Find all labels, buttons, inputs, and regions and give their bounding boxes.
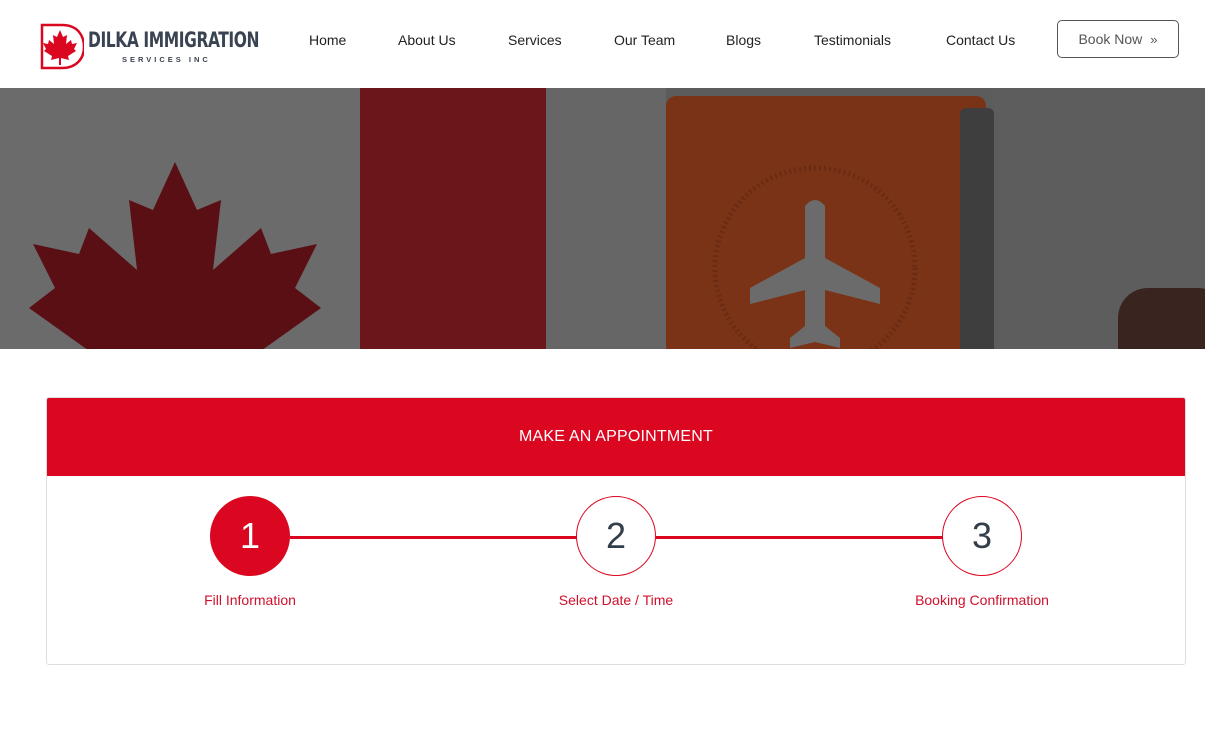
maple-leaf-logo-icon: [40, 23, 84, 70]
appointment-title: MAKE AN APPOINTMENT: [518, 428, 714, 445]
step-1-label: Fill Information: [204, 592, 296, 608]
hero-banner: [0, 88, 1205, 349]
appointment-header: MAKE AN APPOINTMENT: [47, 398, 1185, 476]
step-3-label: Booking Confirmation: [915, 592, 1049, 608]
step-1-number: 1: [239, 515, 261, 556]
step-2-label: Select Date / Time: [558, 592, 674, 608]
maple-leaf-icon: [29, 162, 321, 349]
nav-testimonials[interactable]: Testimonials: [814, 31, 891, 49]
site-header: DILKA IMMIGRATION SERVICES INC Home Abou…: [0, 0, 1205, 88]
nav-services[interactable]: Services: [508, 31, 562, 49]
step-2-number: 2: [605, 515, 627, 556]
step-3-number: 3: [971, 515, 993, 556]
step-3-circle[interactable]: 3: [942, 496, 1022, 576]
step-2-circle[interactable]: 2: [576, 496, 656, 576]
logo[interactable]: DILKA IMMIGRATION SERVICES INC: [38, 22, 259, 72]
brand-name: DILKA IMMIGRATION: [88, 28, 260, 52]
nav-about-us[interactable]: About Us: [398, 31, 456, 49]
book-now-label: Book Now: [1078, 31, 1143, 47]
step-connector-2: [656, 536, 943, 539]
step-connector-1: [290, 536, 577, 539]
double-chevron-right-icon: »: [1150, 31, 1158, 47]
nav-home[interactable]: Home: [309, 31, 346, 49]
gavel-image: [1118, 288, 1205, 349]
nav-contact-us[interactable]: Contact Us: [946, 31, 1015, 49]
appointment-card: MAKE AN APPOINTMENT 1 2 3 Fill Informati…: [46, 397, 1186, 665]
step-1-circle[interactable]: 1: [210, 496, 290, 576]
nav-blogs[interactable]: Blogs: [726, 31, 761, 49]
flag-white-area-right: [546, 88, 666, 349]
flag-red-band: [360, 88, 546, 349]
nav-our-team[interactable]: Our Team: [614, 31, 675, 49]
passport-edge: [960, 108, 994, 349]
brand-subtitle: SERVICES INC: [122, 55, 211, 64]
book-now-button[interactable]: Book Now »: [1057, 20, 1179, 58]
airplane-emblem-icon: [712, 165, 918, 349]
